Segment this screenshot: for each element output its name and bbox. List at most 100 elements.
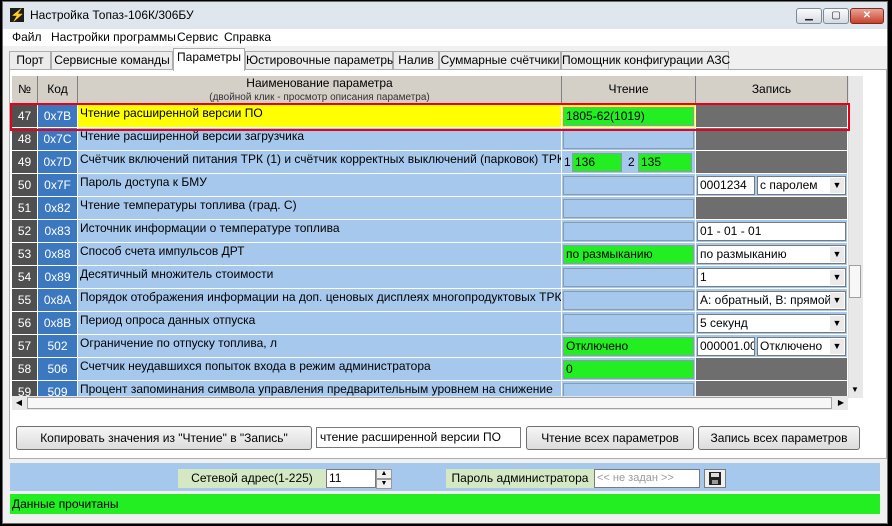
read-cell: 0	[562, 358, 696, 381]
status-bar: Данные прочитаны	[10, 494, 880, 514]
network-address-input[interactable]: 11	[326, 469, 376, 488]
write-cell	[696, 358, 848, 381]
row-code: 0x88	[38, 243, 78, 266]
tab-service-commands[interactable]: Сервисные команды	[51, 51, 173, 70]
read-value	[563, 268, 694, 287]
row-code: 0x7F	[38, 174, 78, 197]
arrow-left-icon[interactable]: ◀	[12, 396, 26, 410]
menu-service[interactable]: Сервис	[177, 30, 218, 44]
write-select-value: А: обратный, В: прямой	[700, 293, 832, 307]
vertical-scrollbar[interactable]	[848, 76, 863, 398]
vertical-scroll-thumb[interactable]	[849, 265, 861, 298]
write-select[interactable]: по размыканию ▼	[697, 245, 846, 264]
read-cell	[562, 289, 696, 312]
copy-read-to-write-button[interactable]: Копировать значения из "Чтение" в "Запис…	[16, 426, 312, 450]
arrow-down-icon[interactable]: ▼	[848, 382, 862, 398]
read-cell	[562, 220, 696, 243]
read-value	[563, 291, 694, 310]
close-icon[interactable]: ✕	[850, 8, 884, 24]
write-select-value: с паролем	[760, 178, 818, 192]
row-name[interactable]: Процент запоминания символа управления п…	[78, 381, 562, 396]
tab-config-assistant[interactable]: Помощник конфигурации АЗС	[561, 51, 730, 70]
row-code: 509	[38, 381, 78, 396]
chevron-down-icon[interactable]: ▼	[830, 247, 844, 262]
row-number: 56	[12, 312, 38, 335]
save-password-button[interactable]	[704, 469, 726, 488]
row-name[interactable]: Источник информации о температуре топлив…	[78, 220, 562, 243]
read-value: 135	[638, 153, 692, 172]
chevron-down-icon[interactable]: ▼	[830, 270, 844, 285]
row-name[interactable]: Десятичный множитель стоимости	[78, 266, 562, 289]
tab-filling[interactable]: Налив	[393, 51, 439, 70]
row-number: 59	[12, 381, 38, 396]
write-select[interactable]: с паролем ▼	[757, 176, 846, 195]
row-number: 49	[12, 151, 38, 174]
minimize-icon[interactable]: ▁	[796, 8, 822, 24]
write-select[interactable]: А: обратный, В: прямой ▼	[697, 291, 846, 310]
read-all-button[interactable]: Чтение всех параметров	[526, 426, 694, 450]
row-number: 57	[12, 335, 38, 358]
read-value	[563, 199, 694, 218]
write-select[interactable]: 1 ▼	[697, 268, 846, 287]
chevron-down-icon[interactable]: ▼	[830, 293, 844, 308]
menu-file[interactable]: Файл	[12, 30, 42, 44]
row-name[interactable]: Счетчик неудавшихся попыток входа в режи…	[78, 358, 562, 381]
tab-port[interactable]: Порт	[9, 51, 51, 70]
arrow-down-icon[interactable]: ▼	[376, 479, 392, 489]
read-cell	[562, 197, 696, 220]
row-name[interactable]: Пароль доступа к БМУ	[78, 174, 562, 197]
tab-totals[interactable]: Суммарные счётчики	[439, 51, 561, 70]
header-name-hint: (двойной клик - просмотр описания параме…	[209, 92, 430, 103]
write-select[interactable]: 5 секунд ▼	[697, 314, 846, 333]
tab-strip: Порт Сервисные команды Параметры Юстиров…	[9, 48, 887, 71]
write-cell: 01 - 01 - 01	[696, 220, 848, 243]
menu-help[interactable]: Справка	[224, 30, 271, 44]
arrow-up-icon[interactable]: ▲	[376, 469, 392, 479]
row-code: 0x89	[38, 266, 78, 289]
header-name-label: Наименование параметра	[246, 76, 393, 90]
write-select[interactable]: Отключено ▼	[757, 337, 846, 356]
write-input[interactable]: 01 - 01 - 01	[697, 222, 846, 241]
header-num: №	[12, 76, 38, 105]
admin-password-input[interactable]: << не задан >>	[594, 469, 700, 488]
search-input[interactable]: чтение расширенной версии ПО	[316, 427, 521, 448]
tab-parameters[interactable]: Параметры	[173, 48, 245, 71]
write-cell	[696, 128, 848, 151]
header-code: Код	[38, 76, 78, 105]
maximize-icon[interactable]: ▢	[823, 8, 849, 24]
write-cell: А: обратный, В: прямой ▼	[696, 289, 848, 312]
write-input[interactable]: 0001234	[697, 176, 755, 195]
menu-settings[interactable]: Настройки программы	[51, 30, 176, 44]
read-index-label: 1	[564, 155, 571, 169]
row-name[interactable]: Чтение температуры топлива (град. С)	[78, 197, 562, 220]
write-all-button[interactable]: Запись всех параметров	[698, 426, 860, 450]
read-value	[563, 383, 694, 396]
read-cell	[562, 381, 696, 396]
header-write: Запись	[696, 76, 848, 105]
row-name[interactable]: Чтение расширенной версии загрузчика	[78, 128, 562, 151]
read-cell	[562, 312, 696, 335]
row-name[interactable]: Счётчик включений питания ТРК (1) и счёт…	[78, 151, 562, 174]
row-code: 0x8A	[38, 289, 78, 312]
write-input[interactable]: 000001.00	[697, 337, 755, 356]
row-code: 0x82	[38, 197, 78, 220]
chevron-down-icon[interactable]: ▼	[830, 339, 844, 354]
row-name[interactable]: Период опроса данных отпуска	[78, 312, 562, 335]
chevron-down-icon[interactable]: ▼	[830, 316, 844, 331]
arrow-right-icon[interactable]: ▶	[834, 396, 848, 410]
row-number: 58	[12, 358, 38, 381]
read-cell: по размыканию	[562, 243, 696, 266]
row-name[interactable]: Ограничение по отпуску топлива, л	[78, 335, 562, 358]
tab-calibration[interactable]: Юстировочные параметры	[245, 51, 396, 70]
row-name[interactable]: Чтение расширенной версии ПО	[78, 105, 562, 128]
row-code: 0x83	[38, 220, 78, 243]
chevron-down-icon[interactable]: ▼	[830, 178, 844, 193]
read-cell	[562, 128, 696, 151]
row-name[interactable]: Способ счета импульсов ДРТ	[78, 243, 562, 266]
write-select-value: 5 секунд	[700, 316, 748, 330]
read-cell	[562, 174, 696, 197]
read-cell: 1 136 2 135	[562, 151, 696, 174]
window-title: Настройка Топаз-106К/306БУ	[30, 8, 194, 22]
row-name[interactable]: Порядок отображения информации на доп. ц…	[78, 289, 562, 312]
horizontal-scroll-thumb[interactable]	[27, 397, 832, 409]
